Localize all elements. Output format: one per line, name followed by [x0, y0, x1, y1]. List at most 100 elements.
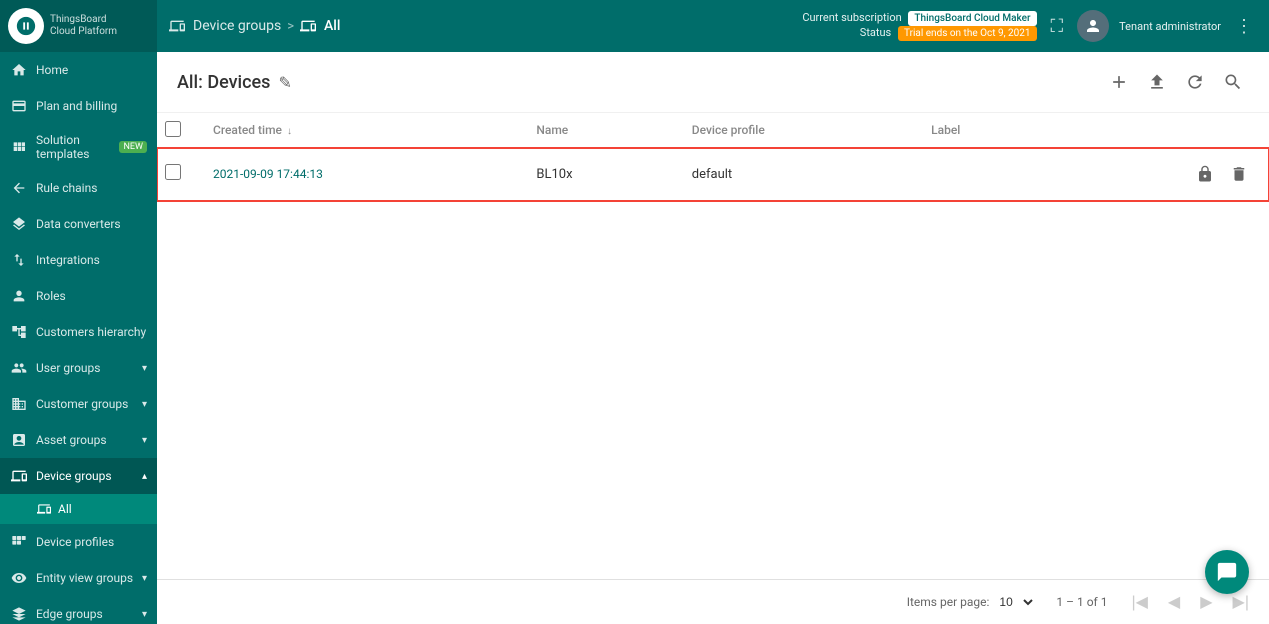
manage-credentials-button[interactable] [1191, 160, 1219, 188]
fullscreen-icon[interactable]: ⛶ [1047, 12, 1068, 41]
people-icon [10, 359, 28, 377]
delete-button[interactable] [1225, 160, 1253, 188]
asset-groups-chevron: ▾ [142, 435, 147, 446]
col-device-profile[interactable]: Device profile [676, 113, 915, 148]
items-per-page-select[interactable]: 10 20 50 100 [995, 594, 1036, 610]
items-per-page-label: Items per page: [907, 595, 990, 609]
sidebar-item-customers-hierarchy-label: Customers hierarchy [36, 325, 147, 339]
col-created-time[interactable]: Created time ↓ [197, 113, 520, 148]
table-container: Created time ↓ Name Device profile Label [157, 113, 1269, 579]
subscription-badge: ThingsBoard Cloud Maker [908, 11, 1036, 26]
sidebar-item-asset-groups[interactable]: Asset groups ▾ [0, 422, 157, 458]
breadcrumb-separator: > [287, 19, 294, 34]
business-icon [10, 395, 28, 413]
col-label[interactable]: Label [915, 113, 1054, 148]
row-label [915, 148, 1054, 201]
row-checkbox-cell[interactable] [157, 148, 197, 201]
add-button[interactable] [1103, 66, 1135, 98]
sidebar-item-data-converters-label: Data converters [36, 217, 147, 231]
sidebar-subitem-all[interactable]: All [0, 494, 157, 524]
select-all-header[interactable] [157, 113, 197, 148]
first-page-button[interactable]: |◀ [1127, 588, 1151, 616]
status-badge: Trial ends on the Oct 9, 2021 [898, 26, 1037, 41]
col-actions [1055, 113, 1269, 148]
sidebar-item-plan-billing[interactable]: Plan and billing [0, 88, 157, 124]
main-content: Device groups > All Current subscription… [157, 0, 1269, 624]
sidebar-item-device-groups-label: Device groups [36, 469, 142, 483]
row-checkbox[interactable] [165, 164, 181, 180]
sidebar-item-customer-groups-label: Customer groups [36, 397, 142, 411]
edit-icon[interactable]: ✎ [278, 73, 291, 92]
layers-icon [10, 215, 28, 233]
view-icon [10, 569, 28, 587]
subscription-label: Current subscription [802, 11, 901, 24]
sidebar-item-user-groups[interactable]: User groups ▾ [0, 350, 157, 386]
table-footer: Items per page: 10 20 50 100 1 – 1 of 1 … [157, 579, 1269, 624]
sidebar: ThingsBoard Cloud Platform Home Plan and… [0, 0, 157, 624]
prev-page-button[interactable]: ◀ [1164, 588, 1184, 616]
sidebar-item-device-groups[interactable]: Device groups ▴ [0, 458, 157, 494]
sidebar-item-customers-hierarchy[interactable]: Customers hierarchy [0, 314, 157, 350]
more-vert-icon[interactable]: ⋮ [1231, 12, 1257, 41]
asset-groups-icon [10, 431, 28, 449]
device-groups-chevron: ▴ [142, 471, 147, 482]
upload-button[interactable] [1141, 66, 1173, 98]
sidebar-item-solution-templates[interactable]: Solution templates NEW [0, 124, 157, 170]
sidebar-item-entity-view-groups-label: Entity view groups [36, 571, 142, 585]
sidebar-item-rule-chains[interactable]: Rule chains [0, 170, 157, 206]
all-devices-icon [36, 501, 52, 517]
topbar-user: Tenant administrator [1119, 20, 1221, 33]
logo-icon [8, 8, 44, 44]
breadcrumb-parent[interactable]: Device groups [169, 18, 281, 34]
credit-card-icon [10, 97, 28, 115]
subscription-info: Current subscription ThingsBoard Cloud M… [802, 11, 1036, 41]
refresh-button[interactable] [1179, 66, 1211, 98]
breadcrumb: Device groups > All [169, 18, 802, 34]
status-label: Status [860, 26, 891, 39]
devices-icon [10, 467, 28, 485]
devices-table: Created time ↓ Name Device profile Label [157, 113, 1269, 201]
sidebar-item-solution-templates-label: Solution templates [36, 133, 115, 161]
sidebar-item-home[interactable]: Home [0, 52, 157, 88]
grid-icon [10, 138, 28, 156]
table-row[interactable]: 2021-09-09 17:44:13 BL10x default [157, 148, 1269, 201]
topbar: Device groups > All Current subscription… [157, 0, 1269, 52]
sidebar-item-device-profiles[interactable]: Device profiles [0, 524, 157, 560]
topbar-right: Current subscription ThingsBoard Cloud M… [802, 10, 1257, 42]
row-name: BL10x [520, 148, 675, 201]
sidebar-item-edge-groups[interactable]: Edge groups ▾ [0, 596, 157, 624]
sidebar-item-asset-groups-label: Asset groups [36, 433, 142, 447]
home-icon [10, 61, 28, 79]
sidebar-item-roles[interactable]: Roles [0, 278, 157, 314]
sidebar-logo[interactable]: ThingsBoard Cloud Platform [0, 0, 157, 52]
avatar[interactable] [1077, 10, 1109, 42]
select-all-checkbox[interactable] [165, 121, 181, 137]
search-button[interactable] [1217, 66, 1249, 98]
logo-text: ThingsBoard Cloud Platform [50, 14, 117, 38]
breadcrumb-current: All [300, 18, 340, 34]
row-created-time: 2021-09-09 17:44:13 [197, 148, 520, 201]
sidebar-item-integrations[interactable]: Integrations [0, 242, 157, 278]
pagination-info: 1 – 1 of 1 [1056, 595, 1107, 609]
chat-fab[interactable] [1205, 550, 1249, 594]
sidebar-item-customer-groups[interactable]: Customer groups ▾ [0, 386, 157, 422]
row-action-buttons [1071, 160, 1253, 188]
sidebar-item-data-converters[interactable]: Data converters [0, 206, 157, 242]
edge-groups-chevron: ▾ [142, 609, 147, 620]
page-title: All: Devices [177, 72, 270, 93]
row-actions-cell [1055, 148, 1269, 201]
person-icon [10, 287, 28, 305]
rule-chains-icon [10, 179, 28, 197]
sort-desc-icon: ↓ [287, 126, 292, 137]
page-header: All: Devices ✎ [157, 52, 1269, 113]
sidebar-item-roles-label: Roles [36, 289, 147, 303]
content-area: All: Devices ✎ [157, 52, 1269, 624]
sidebar-item-entity-view-groups[interactable]: Entity view groups ▾ [0, 560, 157, 596]
new-badge: NEW [119, 141, 147, 153]
entity-view-groups-chevron: ▾ [142, 573, 147, 584]
customer-groups-chevron: ▾ [142, 399, 147, 410]
next-page-button[interactable]: ▶ [1196, 588, 1216, 616]
col-name[interactable]: Name [520, 113, 675, 148]
sidebar-item-user-groups-label: User groups [36, 361, 142, 375]
sidebar-item-rule-chains-label: Rule chains [36, 181, 147, 195]
